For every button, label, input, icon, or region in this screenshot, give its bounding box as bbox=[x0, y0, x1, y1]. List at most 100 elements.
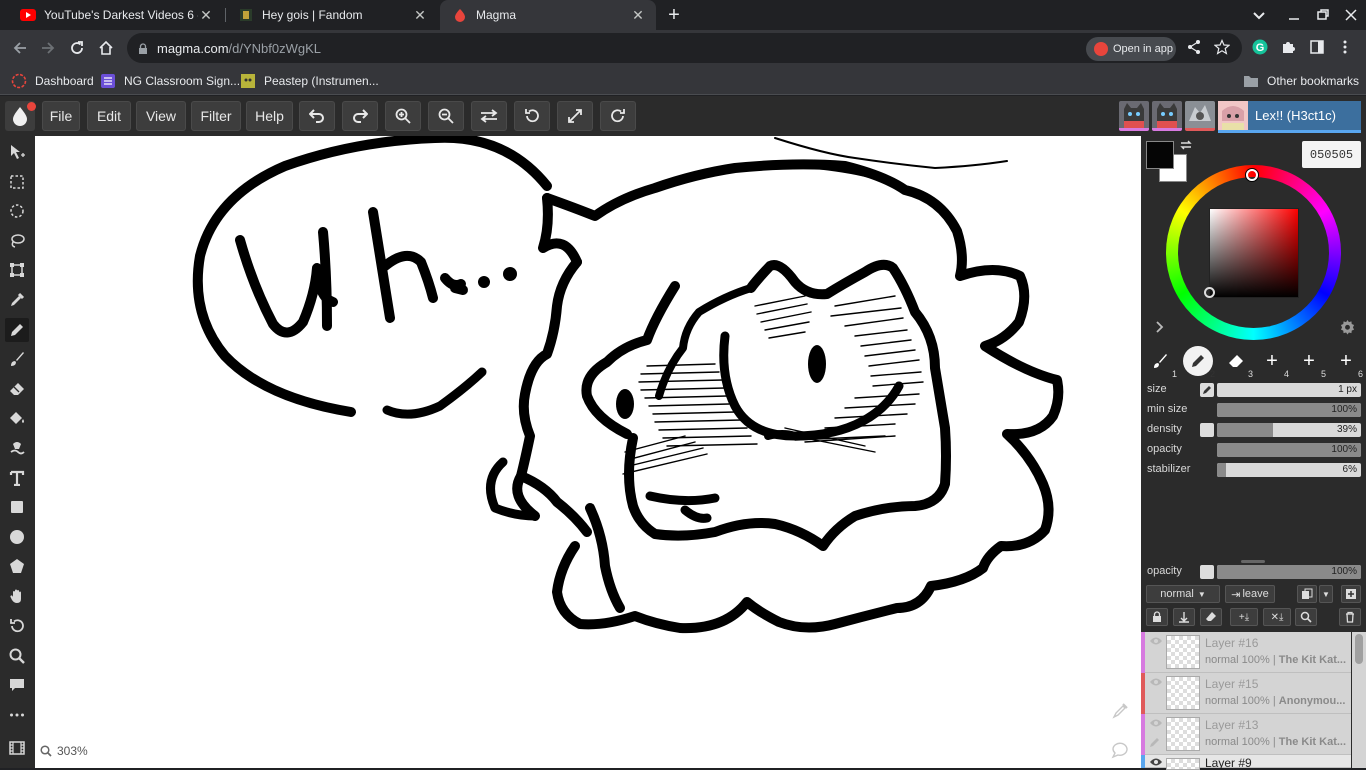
brush-slot-4[interactable]: +4 bbox=[1257, 346, 1289, 380]
move-tool-icon[interactable] bbox=[5, 140, 29, 164]
blend-mode-select[interactable]: normal ▼ bbox=[1146, 585, 1220, 603]
tab-magma[interactable]: Magma ✕ bbox=[440, 0, 656, 30]
pencil-tool-icon[interactable] bbox=[5, 318, 29, 342]
opacity-slider[interactable]: 100% bbox=[1217, 443, 1361, 457]
sv-handle[interactable] bbox=[1204, 287, 1215, 298]
eraser-tool-icon[interactable] bbox=[5, 377, 29, 401]
open-in-app-button[interactable]: Open in app bbox=[1086, 37, 1176, 61]
tab-search-icon[interactable] bbox=[1250, 6, 1268, 24]
forward-icon[interactable] bbox=[36, 36, 60, 60]
visibility-eye-icon[interactable] bbox=[1149, 757, 1163, 767]
bookmark-ng-classroom[interactable]: NG Classroom Sign... bbox=[100, 72, 240, 90]
saturation-value-square[interactable] bbox=[1204, 208, 1299, 298]
zoom-in-icon[interactable] bbox=[385, 101, 421, 131]
eyedropper-hint-icon[interactable] bbox=[1110, 701, 1130, 721]
hue-handle[interactable] bbox=[1246, 169, 1258, 181]
delete-layer-icon[interactable] bbox=[1339, 608, 1361, 626]
new-tab-icon[interactable]: + bbox=[664, 5, 684, 25]
layer-row-16[interactable]: Layer #16 normal 100% | The Kit Kat... bbox=[1141, 632, 1351, 673]
rotate-right-icon[interactable] bbox=[600, 101, 636, 131]
tab-youtube[interactable]: YouTube's Darkest Videos 6 - Yo ✕ bbox=[8, 0, 224, 30]
layer-row-9[interactable]: Layer #9 bbox=[1141, 755, 1351, 770]
side-panel-icon[interactable] bbox=[1309, 39, 1325, 55]
extensions-icon[interactable] bbox=[1280, 39, 1296, 55]
brush-slot-2[interactable]: 2 bbox=[1183, 346, 1215, 379]
pressure-density-toggle[interactable] bbox=[1200, 423, 1214, 437]
zoom-out-icon[interactable] bbox=[428, 101, 464, 131]
min-size-slider[interactable]: 100% bbox=[1217, 403, 1361, 417]
rotate-left-icon[interactable] bbox=[514, 101, 550, 131]
scrollbar-thumb[interactable] bbox=[1355, 634, 1363, 664]
magma-logo-icon[interactable] bbox=[5, 101, 36, 131]
undo-icon[interactable] bbox=[299, 101, 335, 131]
primary-color-swatch[interactable] bbox=[1146, 141, 1174, 169]
transform-icon[interactable] bbox=[5, 258, 29, 282]
drawing-canvas[interactable] bbox=[35, 136, 1141, 768]
clip-layer-icon[interactable]: +⤓ bbox=[1230, 608, 1258, 626]
share-icon[interactable] bbox=[1186, 39, 1202, 55]
lock-icon[interactable] bbox=[137, 42, 149, 54]
fullscreen-icon[interactable] bbox=[557, 101, 593, 131]
other-bookmarks[interactable]: Other bookmarks bbox=[1243, 72, 1359, 90]
layer-opacity-lock[interactable] bbox=[1200, 565, 1214, 579]
layer-row-15[interactable]: Layer #15 normal 100% | Anonymou... bbox=[1141, 673, 1351, 714]
merge-down-icon[interactable] bbox=[1173, 608, 1195, 626]
paint-bucket-icon[interactable] bbox=[5, 406, 29, 430]
redo-icon[interactable] bbox=[342, 101, 378, 131]
home-icon[interactable] bbox=[94, 36, 118, 60]
rotate-view-icon[interactable] bbox=[5, 614, 29, 638]
more-tools-icon[interactable] bbox=[5, 703, 29, 727]
layer-list-scrollbar[interactable] bbox=[1352, 632, 1366, 768]
lasso-icon[interactable] bbox=[5, 229, 29, 253]
close-tab-icon[interactable]: ✕ bbox=[198, 7, 214, 23]
rectangle-tool-icon[interactable] bbox=[5, 495, 29, 519]
tab-fandom[interactable]: Hey gois | Fandom ✕ bbox=[226, 0, 438, 30]
clear-layer-icon[interactable] bbox=[1200, 608, 1222, 626]
bookmark-peastep[interactable]: Peastep (Instrumen... bbox=[240, 72, 379, 90]
pressure-size-toggle-icon[interactable] bbox=[1200, 383, 1214, 397]
menu-edit[interactable]: Edit bbox=[87, 101, 131, 131]
minimize-icon[interactable] bbox=[1285, 6, 1303, 24]
zoom-indicator[interactable]: 303% bbox=[40, 744, 88, 758]
hand-tool-icon[interactable] bbox=[5, 584, 29, 608]
stabilizer-slider[interactable]: 6% bbox=[1217, 463, 1361, 477]
brush-tool-icon[interactable] bbox=[5, 347, 29, 371]
smudge-tool-icon[interactable] bbox=[5, 436, 29, 460]
current-user[interactable]: Lex!! (H3ct1c) bbox=[1218, 101, 1361, 133]
flip-icon[interactable] bbox=[471, 101, 507, 131]
duplicate-layer-icon[interactable] bbox=[1297, 585, 1317, 603]
shape-tool-icon[interactable] bbox=[5, 554, 29, 578]
chat-icon[interactable] bbox=[1110, 739, 1130, 759]
bookmark-star-icon[interactable] bbox=[1213, 39, 1231, 55]
close-tab-icon[interactable]: ✕ bbox=[630, 7, 646, 23]
visibility-eye-icon[interactable] bbox=[1149, 636, 1163, 646]
avatar-user-3[interactable] bbox=[1185, 101, 1215, 131]
density-slider[interactable]: 39% bbox=[1217, 423, 1361, 437]
eyedropper-icon[interactable] bbox=[5, 288, 29, 312]
close-tab-icon[interactable]: ✕ bbox=[412, 7, 428, 23]
bookmark-dashboard[interactable]: Dashboard bbox=[11, 72, 94, 90]
reload-icon[interactable] bbox=[65, 36, 89, 60]
more-menu-icon[interactable] bbox=[1337, 39, 1353, 55]
zoom-tool-icon[interactable] bbox=[5, 644, 29, 668]
unclip-layer-icon[interactable]: ✕⤓ bbox=[1263, 608, 1291, 626]
menu-filter[interactable]: Filter bbox=[191, 101, 241, 131]
menu-view[interactable]: View bbox=[136, 101, 186, 131]
animation-icon[interactable] bbox=[5, 736, 29, 760]
settings-gear-icon[interactable] bbox=[1340, 320, 1355, 335]
menu-help[interactable]: Help bbox=[246, 101, 293, 131]
ellipse-select-icon[interactable] bbox=[5, 199, 29, 223]
grammarly-icon[interactable]: G bbox=[1252, 39, 1268, 55]
address-bar[interactable]: magma.com/d/YNbf0zWgKL bbox=[127, 33, 1242, 63]
comment-tool-icon[interactable] bbox=[5, 673, 29, 697]
avatar-user-2[interactable] bbox=[1152, 101, 1182, 131]
ellipse-tool-icon[interactable] bbox=[5, 525, 29, 549]
swap-colors-icon[interactable] bbox=[1179, 138, 1193, 152]
leave-button[interactable]: ⇥ leave bbox=[1225, 585, 1275, 603]
size-slider[interactable]: 1 px bbox=[1217, 383, 1361, 397]
visibility-eye-icon[interactable] bbox=[1149, 677, 1163, 687]
menu-file[interactable]: File bbox=[42, 101, 80, 131]
brush-slot-5[interactable]: +5 bbox=[1294, 346, 1326, 380]
panel-resize-handle[interactable] bbox=[1241, 560, 1265, 563]
brush-slot-1[interactable]: 1 bbox=[1145, 346, 1177, 379]
